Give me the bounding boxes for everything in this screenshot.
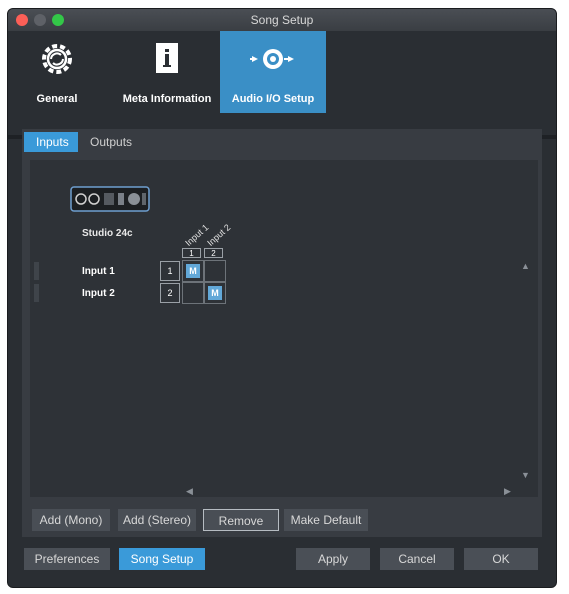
toolbar-item-audio-io-setup[interactable]: Audio I/O Setup: [220, 31, 326, 113]
row-label-input-2[interactable]: Input 2: [82, 288, 115, 299]
routing-cell[interactable]: [204, 260, 226, 282]
title-bar: Song Setup: [8, 9, 556, 32]
row-drag-handle[interactable]: [34, 262, 39, 280]
audio-io-content: Inputs Outputs Studio 24c Input 1 Input …: [22, 129, 542, 537]
row-number: 1: [160, 261, 180, 281]
column-number: 1: [182, 248, 201, 258]
column-header-input-1: Input 1: [183, 222, 211, 248]
row-label-input-1[interactable]: Input 1: [82, 266, 115, 277]
add-stereo-button[interactable]: Add (Stereo): [118, 509, 196, 531]
column-number: 2: [204, 248, 223, 258]
preferences-button[interactable]: Preferences: [24, 548, 110, 570]
row-drag-handle[interactable]: [34, 284, 39, 302]
column-header-input-2: Input 2: [205, 222, 233, 248]
routing-cell[interactable]: [182, 282, 204, 304]
speaker-io-icon: [250, 49, 294, 69]
gear-icon: [42, 44, 72, 74]
window-title: Song Setup: [250, 13, 314, 27]
cancel-button[interactable]: Cancel: [380, 548, 454, 570]
device-name: Studio 24c: [82, 228, 133, 239]
tab-inputs[interactable]: Inputs: [24, 132, 78, 152]
settings-toolbar: General Meta Information Audio I/O Setup: [8, 31, 556, 139]
song-setup-window: Song Setup General Meta Information Audi…: [7, 8, 557, 588]
apply-button[interactable]: Apply: [296, 548, 370, 570]
mono-assignment-badge: M: [208, 286, 222, 300]
mono-assignment-badge: M: [186, 264, 200, 278]
make-default-button[interactable]: Make Default: [284, 509, 368, 531]
remove-button[interactable]: Remove: [203, 509, 279, 531]
info-document-icon: [156, 43, 178, 73]
toolbar-item-label: General: [36, 93, 78, 105]
toolbar-item-label: Meta Information: [122, 93, 212, 105]
scroll-down-arrow-icon[interactable]: ▼: [521, 470, 530, 480]
ok-button[interactable]: OK: [464, 548, 538, 570]
scroll-up-arrow-icon[interactable]: ▲: [521, 261, 530, 271]
scroll-right-arrow-icon[interactable]: ▶: [504, 486, 511, 497]
toolbar-item-label: Audio I/O Setup: [231, 93, 315, 105]
routing-matrix-panel: Studio 24c Input 1 Input 2 1 2 Input 1 I…: [30, 160, 538, 497]
scroll-left-arrow-icon[interactable]: ◀: [186, 486, 193, 497]
tab-outputs[interactable]: Outputs: [78, 132, 144, 152]
audio-interface-icon: [70, 186, 150, 212]
routing-cell[interactable]: M: [182, 260, 204, 282]
toolbar-item-general[interactable]: General: [22, 31, 92, 113]
add-mono-button[interactable]: Add (Mono): [32, 509, 110, 531]
toolbar-item-meta-information[interactable]: Meta Information: [112, 31, 222, 113]
row-number: 2: [160, 283, 180, 303]
song-setup-button[interactable]: Song Setup: [119, 548, 205, 570]
routing-cell[interactable]: M: [204, 282, 226, 304]
